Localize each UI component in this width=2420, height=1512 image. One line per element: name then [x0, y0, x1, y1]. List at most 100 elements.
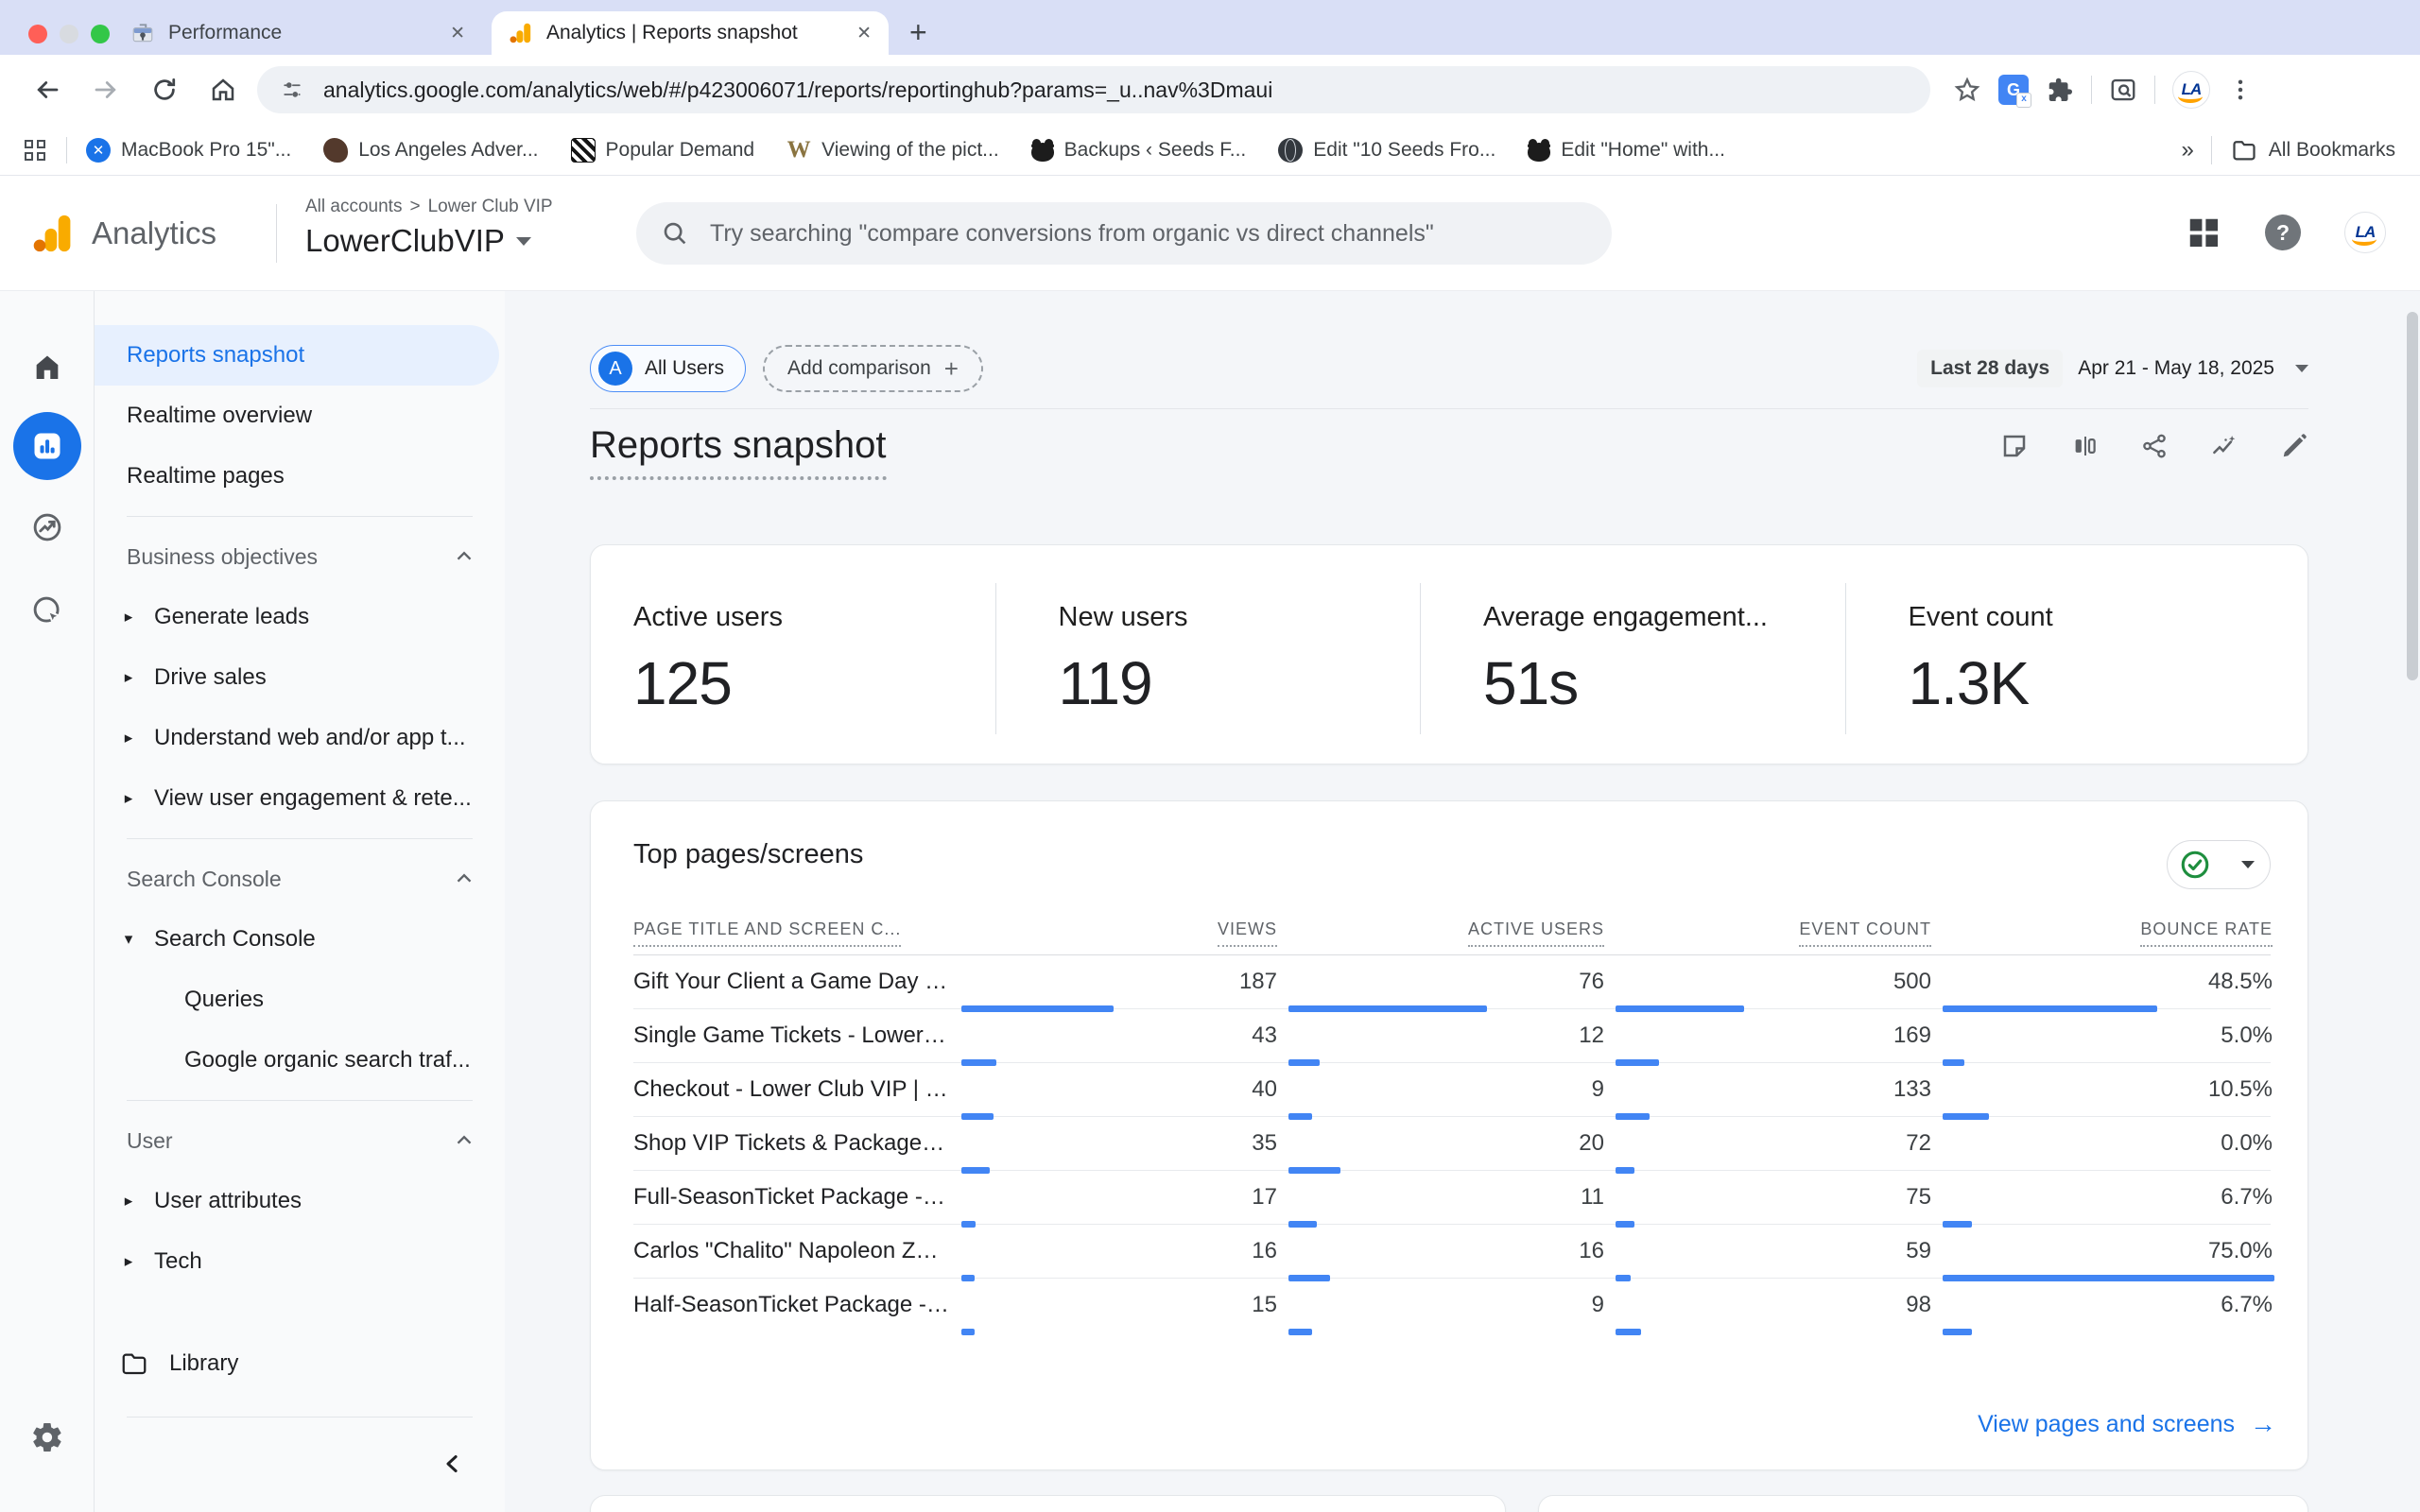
- compare-reports-icon[interactable]: [2070, 432, 2099, 460]
- extensions-icon[interactable]: [2046, 76, 2074, 104]
- back-icon[interactable]: [23, 65, 72, 114]
- sidebar-item-drive-sales[interactable]: ▸Drive sales: [95, 647, 505, 708]
- bookmark-item[interactable]: Popular Demand: [571, 138, 755, 163]
- all-users-segment-chip[interactable]: A All Users: [590, 345, 746, 392]
- home-icon[interactable]: [199, 65, 248, 114]
- bookmark-item[interactable]: MacBook Pro 15"...: [86, 138, 291, 163]
- overflow-bookmarks-icon[interactable]: »: [2181, 137, 2191, 163]
- sidebar-subitem-google-organic-search-traf-[interactable]: Google organic search traf...: [95, 1030, 505, 1091]
- table-row[interactable]: Full-SeasonTicket Package - L...1711756.…: [633, 1171, 2271, 1225]
- table-row[interactable]: Checkout - Lower Club VIP | St...4091331…: [633, 1063, 2271, 1117]
- sidebar-item-realtime-pages[interactable]: Realtime pages: [95, 446, 505, 507]
- translate-icon[interactable]: G: [1998, 75, 2029, 105]
- cell-active_users: 9: [1288, 1279, 1604, 1332]
- profile-avatar[interactable]: LA: [2172, 71, 2210, 109]
- table-row[interactable]: Single Game Tickets - Lower C...43121695…: [633, 1009, 2271, 1063]
- insights-icon[interactable]: [2210, 432, 2238, 460]
- diagnostics-grid-icon[interactable]: [2186, 215, 2221, 250]
- bookmark-item[interactable]: Edit "Home" with...: [1528, 139, 1725, 162]
- column-header[interactable]: PAGE TITLE AND SCREEN C...: [633, 919, 950, 947]
- bookmark-star-icon[interactable]: [1953, 76, 1981, 104]
- side-panel-search-icon[interactable]: [2109, 76, 2137, 104]
- sidebar-subitem-queries[interactable]: Queries: [95, 970, 505, 1030]
- url-bar[interactable]: analytics.google.com/analytics/web/#/p42…: [257, 66, 1930, 113]
- column-header[interactable]: BOUNCE RATE: [1943, 919, 2273, 947]
- toolbox-favicon: [130, 21, 155, 45]
- section-business-objectives[interactable]: Business objectives: [95, 526, 505, 587]
- collapse-sidebar-icon[interactable]: [439, 1450, 467, 1478]
- data-quality-button[interactable]: [2167, 840, 2271, 889]
- sidebar-item-search-console[interactable]: ▾ Search Console: [95, 909, 505, 970]
- table-row[interactable]: Half-SeasonTicket Package - ...159986.7%: [633, 1279, 2271, 1332]
- column-header[interactable]: EVENT COUNT: [1616, 919, 1931, 947]
- bookmark-item[interactable]: Viewing of the pict...: [786, 138, 999, 163]
- triangle-right-icon: ▸: [120, 1252, 137, 1271]
- new-tab-button[interactable]: +: [909, 17, 927, 47]
- advertising-nav-icon[interactable]: [30, 510, 64, 544]
- cell-bounce_rate: 6.7%: [1943, 1171, 2273, 1224]
- table-row[interactable]: Shop VIP Tickets & Packages |...3520720.…: [633, 1117, 2271, 1171]
- analytics-logo-icon[interactable]: [31, 212, 75, 255]
- section-search-console[interactable]: Search Console: [95, 849, 505, 909]
- value-bar: [961, 1329, 975, 1335]
- chrome-menu-icon[interactable]: [2227, 77, 2254, 103]
- note-icon[interactable]: [2000, 432, 2029, 460]
- sidebar-item-generate-leads[interactable]: ▸Generate leads: [95, 587, 505, 647]
- admin-gear-icon[interactable]: [30, 1420, 64, 1454]
- table-row[interactable]: Gift Your Client a Game Day Ex...1877650…: [633, 955, 2271, 1009]
- bookmark-item[interactable]: Backups ‹ Seeds F...: [1031, 139, 1247, 162]
- search-placeholder: Try searching "compare conversions from …: [710, 220, 1434, 248]
- sidebar-item-library[interactable]: Library: [95, 1333, 505, 1394]
- cell-views: 15: [961, 1279, 1277, 1332]
- zoom-window-button[interactable]: [91, 25, 110, 43]
- edit-pencil-icon[interactable]: [2280, 432, 2308, 460]
- table-row[interactable]: Carlos "Chalito" Napoleon Zuni...1616597…: [633, 1225, 2271, 1279]
- forward-icon[interactable]: [81, 65, 130, 114]
- bookmark-item[interactable]: Edit "10 Seeds Fro...: [1278, 138, 1495, 163]
- reports-nav-icon[interactable]: [13, 412, 81, 480]
- folder-icon: [2231, 137, 2257, 163]
- date-range-picker[interactable]: Last 28 days Apr 21 - May 18, 2025: [1917, 350, 2308, 387]
- bookmark-item[interactable]: Los Angeles Adver...: [323, 138, 538, 163]
- cell-active_users: 16: [1288, 1225, 1604, 1278]
- tab-analytics[interactable]: Analytics | Reports snapshot ✕: [492, 11, 889, 55]
- close-tab-icon[interactable]: ✕: [450, 23, 465, 44]
- ga-profile-avatar[interactable]: LA: [2344, 212, 2386, 253]
- url-text[interactable]: analytics.google.com/analytics/web/#/p42…: [323, 77, 1272, 103]
- tab-performance[interactable]: Performance ✕: [113, 11, 482, 55]
- minimize-window-button[interactable]: [60, 25, 78, 43]
- sidebar-item-reports-snapshot[interactable]: Reports snapshot: [95, 325, 499, 386]
- cell-event_count: 500: [1616, 955, 1931, 1008]
- explore-nav-icon[interactable]: [30, 593, 64, 627]
- cell-active_users: 9: [1288, 1063, 1604, 1116]
- page-scrollbar[interactable]: [2407, 312, 2418, 680]
- view-pages-link[interactable]: View pages and screens →: [1978, 1409, 2276, 1439]
- chevron-up-icon: [452, 867, 476, 891]
- home-nav-icon[interactable]: [31, 352, 63, 384]
- column-header[interactable]: ACTIVE USERS: [1288, 919, 1604, 947]
- reload-icon[interactable]: [140, 65, 189, 114]
- account-switcher[interactable]: All accounts > Lower Club VIP LowerClubV…: [305, 197, 553, 259]
- sidebar-item-label: Understand web and/or app t...: [154, 725, 466, 751]
- table-card-title: Top pages/screens: [633, 801, 2271, 870]
- bear-favicon-icon: [1031, 143, 1054, 162]
- close-window-button[interactable]: [28, 25, 47, 43]
- all-bookmarks-button[interactable]: All Bookmarks: [2231, 137, 2395, 163]
- column-header-label: BOUNCE RATE: [2140, 919, 2273, 947]
- close-tab-icon[interactable]: ✕: [856, 23, 872, 44]
- sidebar-item-understand-web-and-or-app-t-[interactable]: ▸Understand web and/or app t...: [95, 708, 505, 768]
- sidebar-item-view-user-engagement-rete-[interactable]: ▸View user engagement & rete...: [95, 768, 505, 829]
- apps-grid-icon[interactable]: [25, 140, 45, 161]
- share-icon[interactable]: [2140, 432, 2169, 460]
- ga-search-bar[interactable]: Try searching "compare conversions from …: [636, 202, 1612, 265]
- window-controls[interactable]: [28, 25, 110, 43]
- help-icon[interactable]: ?: [2265, 215, 2301, 250]
- sidebar-item-tech[interactable]: ▸Tech: [95, 1231, 505, 1292]
- site-info-icon[interactable]: [280, 77, 304, 102]
- section-user[interactable]: User: [95, 1110, 505, 1171]
- add-comparison-button[interactable]: Add comparison +: [763, 345, 983, 392]
- bookmark-label: Los Angeles Adver...: [358, 139, 538, 162]
- sidebar-item-user-attributes[interactable]: ▸User attributes: [95, 1171, 505, 1231]
- sidebar-item-realtime-overview[interactable]: Realtime overview: [95, 386, 505, 446]
- column-header[interactable]: VIEWS: [961, 919, 1277, 947]
